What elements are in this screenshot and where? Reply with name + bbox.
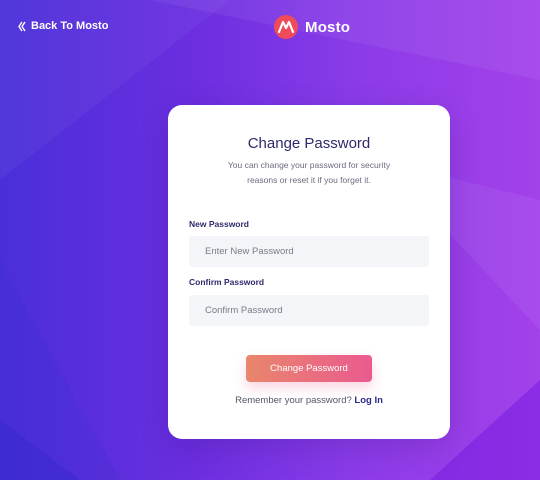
remember-password-row: Remember your password? Log In — [168, 395, 450, 406]
double-chevron-left-icon — [18, 21, 26, 31]
new-password-label: New Password — [189, 219, 249, 229]
top-header: Back To Mosto Mosto — [0, 0, 540, 54]
brand-logo[interactable]: Mosto — [273, 14, 350, 40]
subtitle-line-1: You can change your password for securit… — [227, 160, 391, 170]
change-password-button[interactable]: Change Password — [246, 355, 372, 382]
subtitle-line-2: reasons or reset it if you forget it. — [247, 175, 371, 185]
confirm-password-input[interactable] — [189, 295, 429, 326]
brand-name: Mosto — [305, 18, 351, 36]
remember-password-text: Remember your password? — [235, 395, 352, 406]
change-password-card: Change Password You can change your pass… — [168, 105, 450, 439]
back-to-home-link[interactable]: Back To Mosto — [18, 20, 108, 32]
confirm-password-label: Confirm Password — [189, 277, 265, 287]
back-link-label: Back To Mosto — [31, 20, 109, 32]
new-password-input[interactable] — [189, 236, 429, 267]
mosto-logo-icon — [274, 15, 298, 39]
login-link[interactable]: Log In — [354, 395, 383, 406]
card-subtitle: You can change your password for securit… — [208, 158, 410, 188]
page-title: Change Password — [247, 135, 371, 152]
